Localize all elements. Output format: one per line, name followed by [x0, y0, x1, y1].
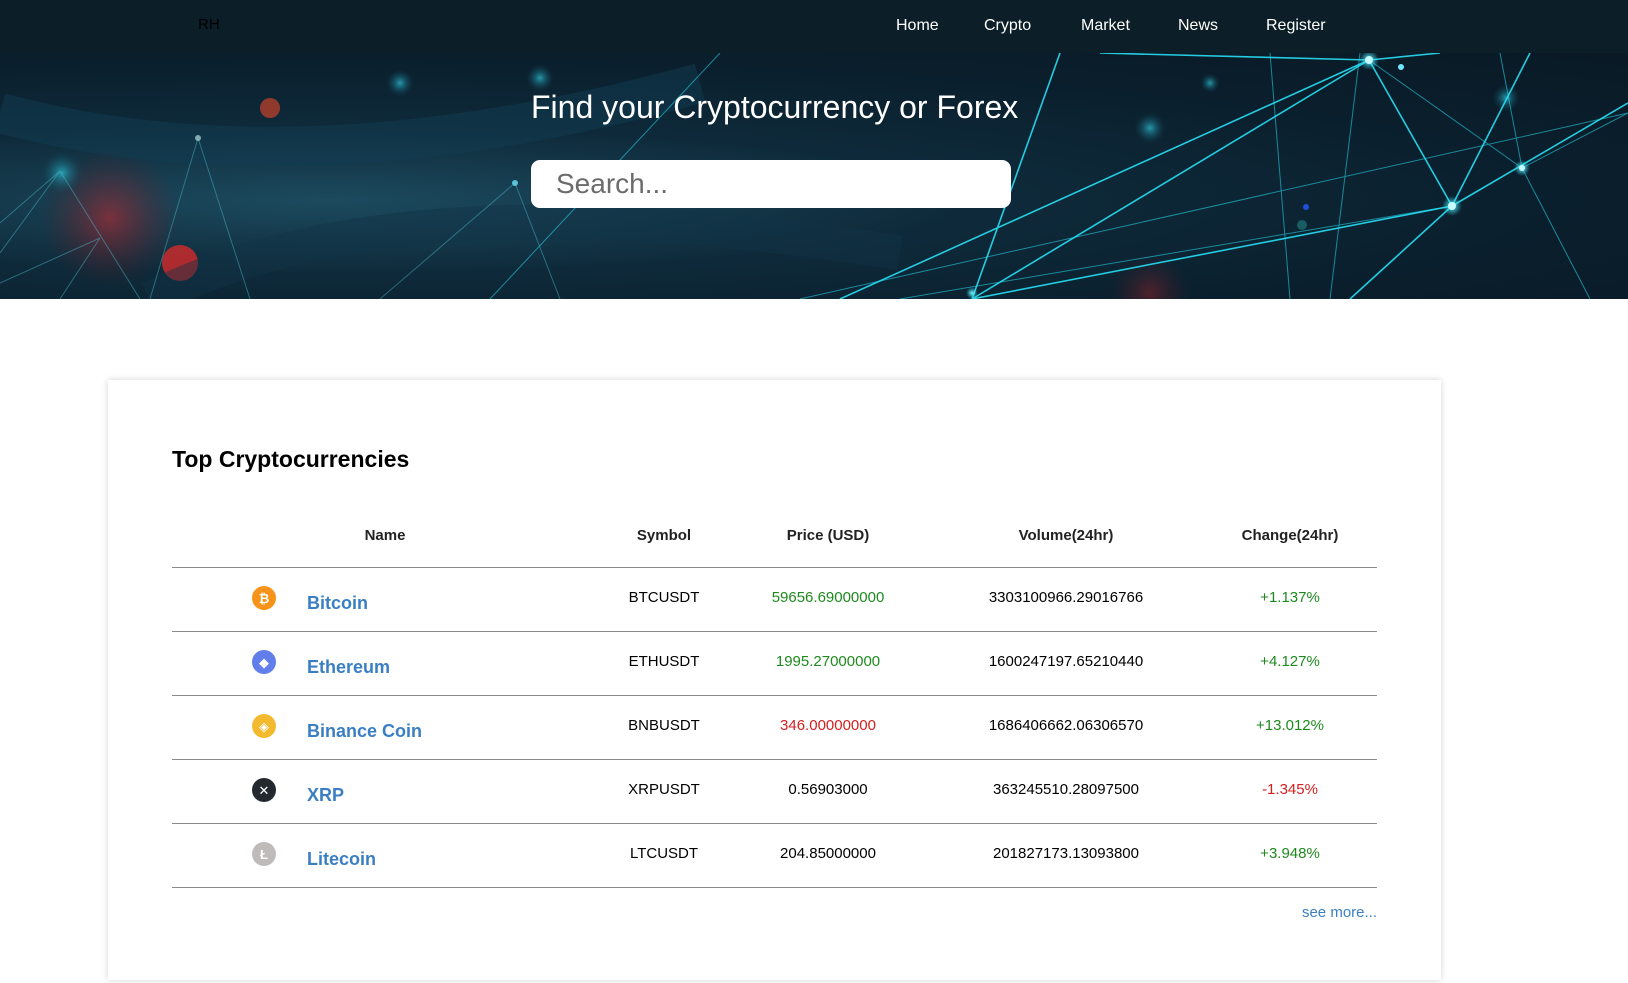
xrp-icon: ✕: [252, 778, 276, 802]
coin-name-link[interactable]: XRP: [307, 785, 344, 806]
coin-volume: 363245510.28097500: [993, 781, 1139, 798]
coin-volume: 1600247197.65210440: [988, 653, 1144, 670]
ethereum-icon: ◆: [252, 650, 276, 674]
section-title: Top Cryptocurrencies: [172, 446, 410, 472]
coin-price: 204.85000000: [780, 845, 876, 862]
hero-banner: Find your Cryptocurrency or Forex: [0, 53, 1628, 299]
table-row[interactable]: ₿ Bitcoin BTCUSDT 59656.69000000 3303100966.…: [172, 568, 1377, 632]
coin-volume: 1686406662.06306570: [988, 717, 1144, 734]
hero-title: Find your Cryptocurrency or Forex: [531, 89, 1019, 125]
coin-symbol: ETHUSDT: [628, 653, 700, 670]
coin-volume: 201827173.13093800: [993, 845, 1139, 862]
coin-volume: 3303100966.29016766: [988, 589, 1144, 606]
coin-price: 1995.27000000: [775, 653, 881, 670]
coin-change: +1.137%: [1260, 589, 1320, 606]
column-header-change: Change(24hr): [1241, 527, 1339, 544]
see-more-link[interactable]: see more...: [1302, 904, 1377, 921]
nav-link-market[interactable]: Market: [1081, 17, 1130, 35]
table-row[interactable]: ◈ Binance Coin BNBUSDT 346.00000000 16864066…: [172, 696, 1377, 760]
coin-name-link[interactable]: Litecoin: [307, 849, 376, 870]
coin-symbol: BTCUSDT: [628, 589, 700, 606]
top-cryptocurrencies-card: Top Cryptocurrencies Name Symbol Price (…: [108, 380, 1441, 980]
search-input[interactable]: [531, 160, 1011, 208]
coin-change: +4.127%: [1260, 653, 1320, 670]
table-row[interactable]: ✕ XRP XRPUSDT 0.56903000 363245510.28097500 -…: [172, 760, 1377, 824]
binance-coin-icon: ◈: [252, 714, 276, 738]
coin-price: 346.00000000: [780, 717, 876, 734]
row-divider: [172, 887, 1377, 888]
coin-change: -1.345%: [1262, 781, 1318, 798]
coin-name-link[interactable]: Bitcoin: [307, 593, 368, 614]
coin-change: +13.012%: [1256, 717, 1324, 734]
bitcoin-icon: ₿: [252, 586, 276, 610]
column-header-price: Price (USD): [786, 527, 870, 544]
coin-symbol: BNBUSDT: [628, 717, 700, 734]
nav-link-news[interactable]: News: [1178, 17, 1218, 35]
coin-symbol: XRPUSDT: [628, 781, 700, 798]
site-logo[interactable]: RH: [198, 16, 220, 33]
column-header-symbol: Symbol: [636, 527, 692, 544]
nav-link-register[interactable]: Register: [1266, 17, 1326, 35]
coin-price: 0.56903000: [788, 781, 868, 798]
coin-name-link[interactable]: Ethereum: [307, 657, 390, 678]
column-header-volume: Volume(24hr): [1018, 527, 1114, 544]
top-navbar: RH Home Crypto Market News Register: [0, 0, 1628, 53]
coin-symbol: LTCUSDT: [629, 845, 699, 862]
nav-link-home[interactable]: Home: [896, 17, 939, 35]
coin-price: 59656.69000000: [771, 589, 885, 606]
table-row[interactable]: ◆ Ethereum ETHUSDT 1995.27000000 1600247197.…: [172, 632, 1377, 696]
coin-name-link[interactable]: Binance Coin: [307, 721, 422, 742]
nav-link-crypto[interactable]: Crypto: [984, 17, 1031, 35]
coin-change: +3.948%: [1260, 845, 1320, 862]
litecoin-icon: Ł: [252, 842, 276, 866]
table-row[interactable]: Ł Litecoin LTCUSDT 204.85000000 201827173.13…: [172, 824, 1377, 888]
column-header-name: Name: [364, 527, 406, 544]
